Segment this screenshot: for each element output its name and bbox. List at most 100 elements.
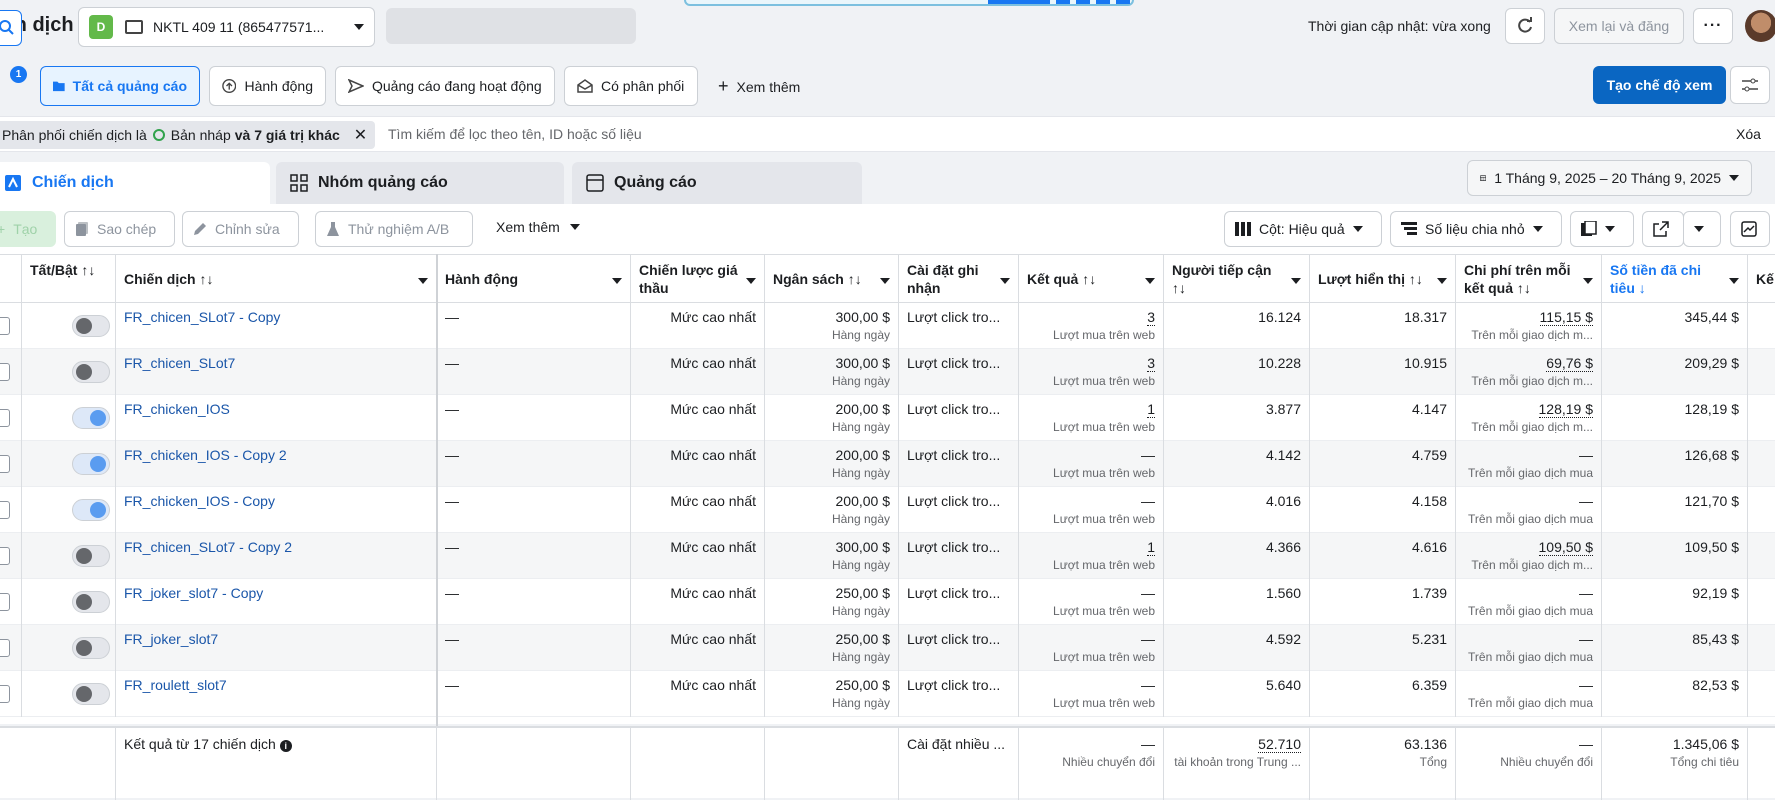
campaign-toggle[interactable] <box>72 361 110 383</box>
breakdown-dropdown[interactable]: Số liệu chia nhỏ <box>1390 211 1562 247</box>
cell-name-value[interactable]: FR_joker_slot7 <box>124 631 218 647</box>
cell-attr-value: Lượt click tro... <box>907 401 1001 417</box>
header-next[interactable]: Kế <box>1748 255 1775 303</box>
chip-with-delivery[interactable]: Có phân phối <box>564 66 698 106</box>
table-row[interactable]: FR_chicken_IOS - Copy 2 — Mức cao nhất 200,… <box>0 441 1775 487</box>
create-view-button[interactable]: Tạo chế độ xem <box>1593 66 1726 104</box>
table-row[interactable]: FR_chicken_IOS - Copy — Mức cao nhất 200,00… <box>0 487 1775 533</box>
header-action[interactable]: Hành động <box>437 255 631 303</box>
export-button[interactable] <box>1642 211 1684 247</box>
copy-button[interactable]: Sao chép <box>64 211 175 247</box>
cell-budget-subtext: Hàng ngày <box>831 512 890 526</box>
cell-name-value[interactable]: FR_chicken_IOS - Copy 2 <box>124 447 287 463</box>
footer-results: — Nhiều chuyển đổi <box>1019 728 1164 800</box>
cell-cpr-subtext: Trên mỗi giao dịch m... <box>1471 374 1593 388</box>
edit-button[interactable]: Chỉnh sửa <box>182 211 299 247</box>
avatar[interactable] <box>1745 10 1775 42</box>
row-checkbox[interactable] <box>0 547 10 565</box>
chevron-down-icon <box>612 278 622 284</box>
header-campaign[interactable]: Chiến dịch ↑↓ <box>116 255 437 303</box>
header-budget[interactable]: Ngân sách ↑↓ <box>765 255 899 303</box>
cell-name-value[interactable]: FR_roulett_slot7 <box>124 677 227 693</box>
row-checkbox[interactable] <box>0 501 10 519</box>
row-checkbox[interactable] <box>0 455 10 473</box>
campaign-toggle[interactable] <box>72 315 110 337</box>
campaign-toggle[interactable] <box>72 545 110 567</box>
close-icon[interactable]: ✕ <box>354 125 367 145</box>
cell-result-subtext: Lượt mua trên web <box>1053 420 1155 434</box>
filter-search-input[interactable]: Tìm kiếm để lọc theo tên, ID hoặc số liệ… <box>388 126 642 142</box>
export-dropdown[interactable] <box>1683 211 1721 247</box>
campaign-toggle[interactable] <box>72 499 110 521</box>
create-button[interactable]: + Tạo <box>0 211 56 247</box>
settings-button[interactable] <box>1730 66 1770 104</box>
reports-dropdown[interactable] <box>1570 211 1634 247</box>
cell-name-value[interactable]: FR_chicen_SLot7 - Copy 2 <box>124 539 292 555</box>
campaign-toggle[interactable] <box>72 591 110 613</box>
header-results[interactable]: Kết quả ↑↓ <box>1019 255 1164 303</box>
campaign-toggle[interactable] <box>72 453 110 475</box>
refresh-button[interactable] <box>1505 8 1545 44</box>
header-cost-per-result[interactable]: Chi phí trên mỗi kết quả ↑↓ <box>1456 255 1602 303</box>
cell-name: FR_chicken_IOS - Copy 2 <box>116 441 437 487</box>
campaign-toggle[interactable] <box>72 683 110 705</box>
see-more-link[interactable]: + Xem thêm <box>718 76 800 97</box>
table-row[interactable]: FR_chicen_SLot7 - Copy — Mức cao nhất 300,0… <box>0 303 1775 349</box>
chip-active-ads[interactable]: Quảng cáo đang hoạt động <box>335 66 555 106</box>
header-amount-spent[interactable]: Số tiền đã chi tiêu ↓ <box>1602 255 1748 303</box>
more-options-button[interactable]: ··· <box>1693 8 1733 44</box>
chip-actions[interactable]: Hành động <box>209 66 326 106</box>
cell-name-value[interactable]: FR_chicen_SLot7 - Copy <box>124 309 280 325</box>
row-checkbox[interactable] <box>0 363 10 381</box>
cell-cpr: — Trên mỗi giao dịch mua <box>1456 671 1602 717</box>
header-toggle[interactable]: Tất/Bật ↑↓ <box>22 255 116 303</box>
ab-test-button[interactable]: Thử nghiệm A/B <box>315 211 473 247</box>
tab-ads[interactable]: Quảng cáo <box>572 162 862 204</box>
cell-name-value[interactable]: FR_joker_slot7 - Copy <box>124 585 263 601</box>
date-range-picker[interactable]: 1 Tháng 9, 2025 – 20 Tháng 9, 2025 <box>1467 160 1752 196</box>
chip-all-ads[interactable]: Tất cả quảng cáo <box>40 66 200 106</box>
row-checkbox[interactable] <box>0 317 10 335</box>
cell-attr-value: Lượt click tro... <box>907 493 1001 509</box>
table-row[interactable]: FR_joker_slot7 — Mức cao nhất 250,00 $ Hàng … <box>0 625 1775 671</box>
cell-reach: 4.366 <box>1164 533 1310 579</box>
row-checkbox[interactable] <box>0 593 10 611</box>
campaign-toggle[interactable] <box>72 637 110 659</box>
tab-campaigns[interactable]: Chiến dịch <box>0 162 270 204</box>
cell-reach-value: 4.016 <box>1265 493 1301 509</box>
footer-blank <box>0 728 116 800</box>
footer-blank <box>631 728 765 800</box>
header-impressions[interactable]: Lượt hiển thị ↑↓ <box>1310 255 1456 303</box>
header-attribution[interactable]: Cài đặt ghi nhận <box>899 255 1019 303</box>
clear-filters-button[interactable]: Xóa <box>1736 126 1761 142</box>
account-selector[interactable]: D NKTL 409 11 (865477571... <box>78 7 375 47</box>
cell-name-value[interactable]: FR_chicen_SLot7 <box>124 355 235 371</box>
cell-result-value: — <box>1141 493 1155 509</box>
header-reach[interactable]: Người tiếp cận ↑↓ <box>1164 255 1310 303</box>
row-checkbox[interactable] <box>0 639 10 657</box>
cell-budget-value: 300,00 $ <box>835 355 891 371</box>
table-row[interactable]: FR_chicen_SLot7 - Copy 2 — Mức cao nhất 300… <box>0 533 1775 579</box>
table-row[interactable]: FR_chicken_IOS — Mức cao nhất 200,00 $ Hàng … <box>0 395 1775 441</box>
cell-name-value[interactable]: FR_chicken_IOS <box>124 401 230 417</box>
tab-adsets[interactable]: Nhóm quảng cáo <box>276 162 564 204</box>
filter-chip[interactable]: Phân phối chiến dịch là Bản nháp và 7 gi… <box>0 121 376 149</box>
cell-cpr: 109,50 $ Trên mỗi giao dịch m... <box>1456 533 1602 579</box>
table-row[interactable]: FR_roulett_slot7 — Mức cao nhất 250,00 $ Hàn… <box>0 671 1775 717</box>
breakdown-icon <box>1401 222 1417 235</box>
row-checkbox[interactable] <box>0 409 10 427</box>
table-row[interactable]: FR_joker_slot7 - Copy — Mức cao nhất 250,00… <box>0 579 1775 625</box>
cell-name-value[interactable]: FR_chicken_IOS - Copy <box>124 493 275 509</box>
review-publish-button[interactable]: Xem lại và đăng <box>1554 8 1684 44</box>
cell-impr: 4.616 <box>1310 533 1456 579</box>
more-actions-dropdown[interactable]: Xem thêm <box>496 219 580 235</box>
charts-button[interactable] <box>1730 211 1770 247</box>
info-icon[interactable]: i <box>279 740 292 752</box>
search-button[interactable] <box>0 10 22 46</box>
header-select-all[interactable] <box>0 255 22 303</box>
columns-dropdown[interactable]: Cột: Hiệu quả <box>1224 211 1382 247</box>
header-bid-strategy[interactable]: Chiến lược giá thầu <box>631 255 765 303</box>
campaign-toggle[interactable] <box>72 407 110 429</box>
table-row[interactable]: FR_chicen_SLot7 — Mức cao nhất 300,00 $ Hàng… <box>0 349 1775 395</box>
row-checkbox[interactable] <box>0 685 10 703</box>
